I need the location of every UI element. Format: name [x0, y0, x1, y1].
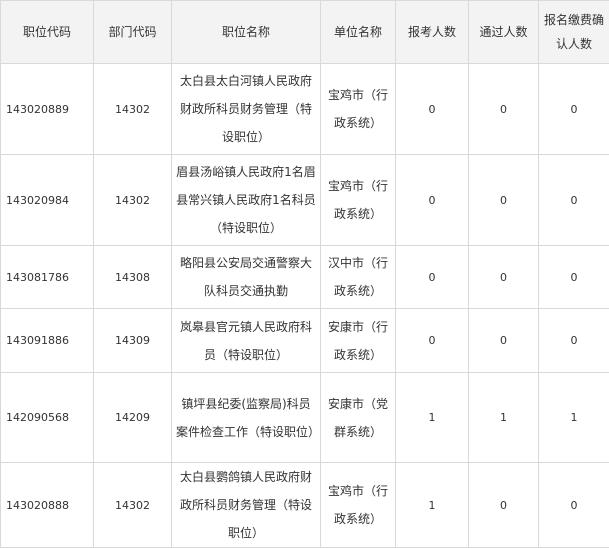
position-code-cell: 143020888 [1, 463, 94, 548]
department-code-cell: 14302 [94, 155, 172, 246]
department-code-cell: 14309 [94, 309, 172, 373]
passed-count-cell: 0 [469, 155, 539, 246]
unit-name-cell: 安康市（行政系统） [321, 309, 396, 373]
position-code-cell: 143020889 [1, 64, 94, 155]
position-code-cell: 143020984 [1, 155, 94, 246]
department-code-cell: 14302 [94, 64, 172, 155]
header-position-name: 职位名称 [172, 1, 321, 64]
passed-count-cell: 1 [469, 373, 539, 463]
header-passed-count: 通过人数 [469, 1, 539, 64]
department-code-cell: 14209 [94, 373, 172, 463]
confirmed-count-cell: 0 [539, 64, 609, 155]
position-name-cell: 岚皋县官元镇人民政府科员（特设职位） [172, 309, 321, 373]
passed-count-cell: 0 [469, 246, 539, 309]
confirmed-count-cell: 1 [539, 373, 609, 463]
confirmed-count-cell: 0 [539, 463, 609, 548]
position-name-cell: 太白县鹦鸽镇人民政府财政所科员财务管理（特设职位） [172, 463, 321, 548]
position-name-cell: 眉县汤峪镇人民政府1名眉县常兴镇人民政府1名科员（特设职位） [172, 155, 321, 246]
registration-table: 职位代码 部门代码 职位名称 单位名称 报考人数 通过人数 报名缴费确认人数 1… [0, 0, 609, 548]
passed-count-cell: 0 [469, 309, 539, 373]
position-code-cell: 143081786 [1, 246, 94, 309]
header-applied-count: 报考人数 [396, 1, 469, 64]
table-row: 143020888 14302 太白县鹦鸽镇人民政府财政所科员财务管理（特设职位… [1, 463, 609, 548]
passed-count-cell: 0 [469, 463, 539, 548]
confirmed-count-cell: 0 [539, 246, 609, 309]
header-position-code: 职位代码 [1, 1, 94, 64]
position-name-cell: 镇坪县纪委(监察局)科员案件检查工作（特设职位） [172, 373, 321, 463]
position-name-cell: 太白县太白河镇人民政府财政所科员财务管理（特设职位） [172, 64, 321, 155]
applied-count-cell: 0 [396, 64, 469, 155]
unit-name-cell: 宝鸡市（行政系统） [321, 64, 396, 155]
applied-count-cell: 0 [396, 155, 469, 246]
table-row: 143020984 14302 眉县汤峪镇人民政府1名眉县常兴镇人民政府1名科员… [1, 155, 609, 246]
table-row: 143081786 14308 略阳县公安局交通警察大队科员交通执勤 汉中市（行… [1, 246, 609, 309]
confirmed-count-cell: 0 [539, 155, 609, 246]
header-department-code: 部门代码 [94, 1, 172, 64]
unit-name-cell: 汉中市（行政系统） [321, 246, 396, 309]
department-code-cell: 14308 [94, 246, 172, 309]
position-code-cell: 143091886 [1, 309, 94, 373]
header-row: 职位代码 部门代码 职位名称 单位名称 报考人数 通过人数 报名缴费确认人数 [1, 1, 609, 64]
passed-count-cell: 0 [469, 64, 539, 155]
position-code-cell: 142090568 [1, 373, 94, 463]
applied-count-cell: 1 [396, 373, 469, 463]
table-row: 142090568 14209 镇坪县纪委(监察局)科员案件检查工作（特设职位）… [1, 373, 609, 463]
applied-count-cell: 0 [396, 246, 469, 309]
table-row: 143020889 14302 太白县太白河镇人民政府财政所科员财务管理（特设职… [1, 64, 609, 155]
position-name-cell: 略阳县公安局交通警察大队科员交通执勤 [172, 246, 321, 309]
unit-name-cell: 安康市（党群系统） [321, 373, 396, 463]
confirmed-count-cell: 0 [539, 309, 609, 373]
header-confirmed-count: 报名缴费确认人数 [539, 1, 609, 64]
header-unit-name: 单位名称 [321, 1, 396, 64]
applied-count-cell: 1 [396, 463, 469, 548]
department-code-cell: 14302 [94, 463, 172, 548]
applied-count-cell: 0 [396, 309, 469, 373]
unit-name-cell: 宝鸡市（行政系统） [321, 155, 396, 246]
table-row: 143091886 14309 岚皋县官元镇人民政府科员（特设职位） 安康市（行… [1, 309, 609, 373]
unit-name-cell: 宝鸡市（行政系统） [321, 463, 396, 548]
